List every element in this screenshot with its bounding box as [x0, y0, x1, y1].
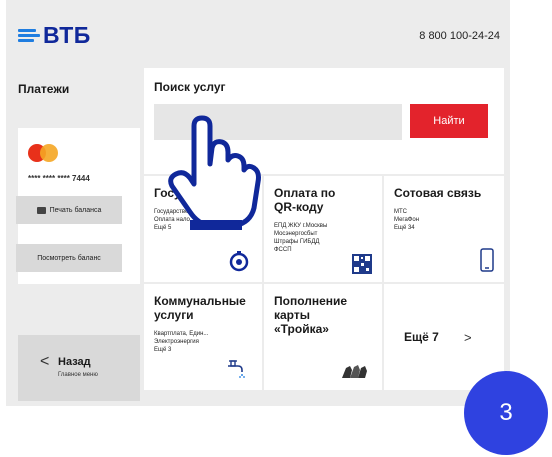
print-balance-label: Печать баланса — [49, 206, 102, 214]
tile-qr-payment[interactable]: Оплата по QR-коду ЕПД ЖКУ г.Москвы Мосэн… — [264, 176, 382, 282]
tile-title: Коммунальные услуги — [154, 294, 246, 322]
hand-pointer-icon — [168, 115, 261, 230]
back-button[interactable]: < Назад Главное меню — [18, 335, 140, 401]
payments-title: Платежи — [18, 82, 70, 96]
view-balance-label: Посмотреть баланс — [37, 254, 101, 262]
hotline-phone: 8 800 100-24-24 — [419, 30, 500, 42]
faucet-icon — [228, 360, 245, 378]
tile-line: Квартплата, Един... — [154, 331, 209, 337]
print-balance-button[interactable]: Печать баланса — [16, 196, 122, 224]
more-label: Ещё 7 — [404, 330, 439, 344]
tile-line: МТС — [394, 209, 407, 215]
card-number: **** **** **** 7444 — [28, 174, 90, 183]
tile-line: Ещё 3 — [154, 347, 172, 353]
search-title: Поиск услуг — [154, 80, 226, 94]
timer-icon — [229, 251, 249, 272]
tile-line: ФССП — [274, 247, 292, 253]
back-label: Назад — [58, 356, 91, 368]
qr-code-icon — [352, 254, 372, 274]
tile-troika[interactable]: Пополнение карты «Тройка» — [264, 284, 382, 390]
vtb-logo: ВТБ — [18, 22, 91, 49]
vtb-logo-icon — [18, 28, 40, 43]
tile-line: Мосэнергосбыт — [274, 231, 318, 237]
tile-title: Сотовая связь — [394, 186, 482, 200]
printer-icon — [36, 206, 46, 214]
mastercard-icon — [28, 144, 62, 162]
tile-mobile[interactable]: Сотовая связь МТС МегаФон Ещё 34 — [384, 176, 504, 282]
chevron-right-icon: > — [464, 330, 472, 345]
tile-more[interactable]: Ещё 7 > — [384, 284, 504, 390]
tile-title: Пополнение карты «Тройка» — [274, 294, 348, 336]
tile-line: Ещё 34 — [394, 225, 415, 231]
tile-line: ЕПД ЖКУ г.Москвы — [274, 223, 328, 229]
phone-icon — [480, 248, 494, 272]
tile-line: Электроэнергия — [154, 339, 199, 345]
chevron-left-icon: < — [40, 353, 50, 370]
back-sublabel: Главное меню — [58, 372, 98, 378]
tile-line: Штрафы ГИБДД — [274, 239, 320, 245]
header: ВТБ 8 800 100-24-24 — [6, 0, 510, 66]
search-button[interactable]: Найти — [410, 104, 488, 138]
step-badge: 3 — [464, 371, 548, 455]
logo-text: ВТБ — [43, 22, 91, 48]
tile-title: Оплата по QR-коду — [274, 186, 336, 214]
tile-utilities[interactable]: Коммунальные услуги Квартплата, Един... … — [144, 284, 262, 390]
tile-line: МегаФон — [394, 217, 420, 223]
view-balance-button[interactable]: Посмотреть баланс — [16, 244, 122, 272]
troika-horses-icon — [342, 365, 367, 378]
